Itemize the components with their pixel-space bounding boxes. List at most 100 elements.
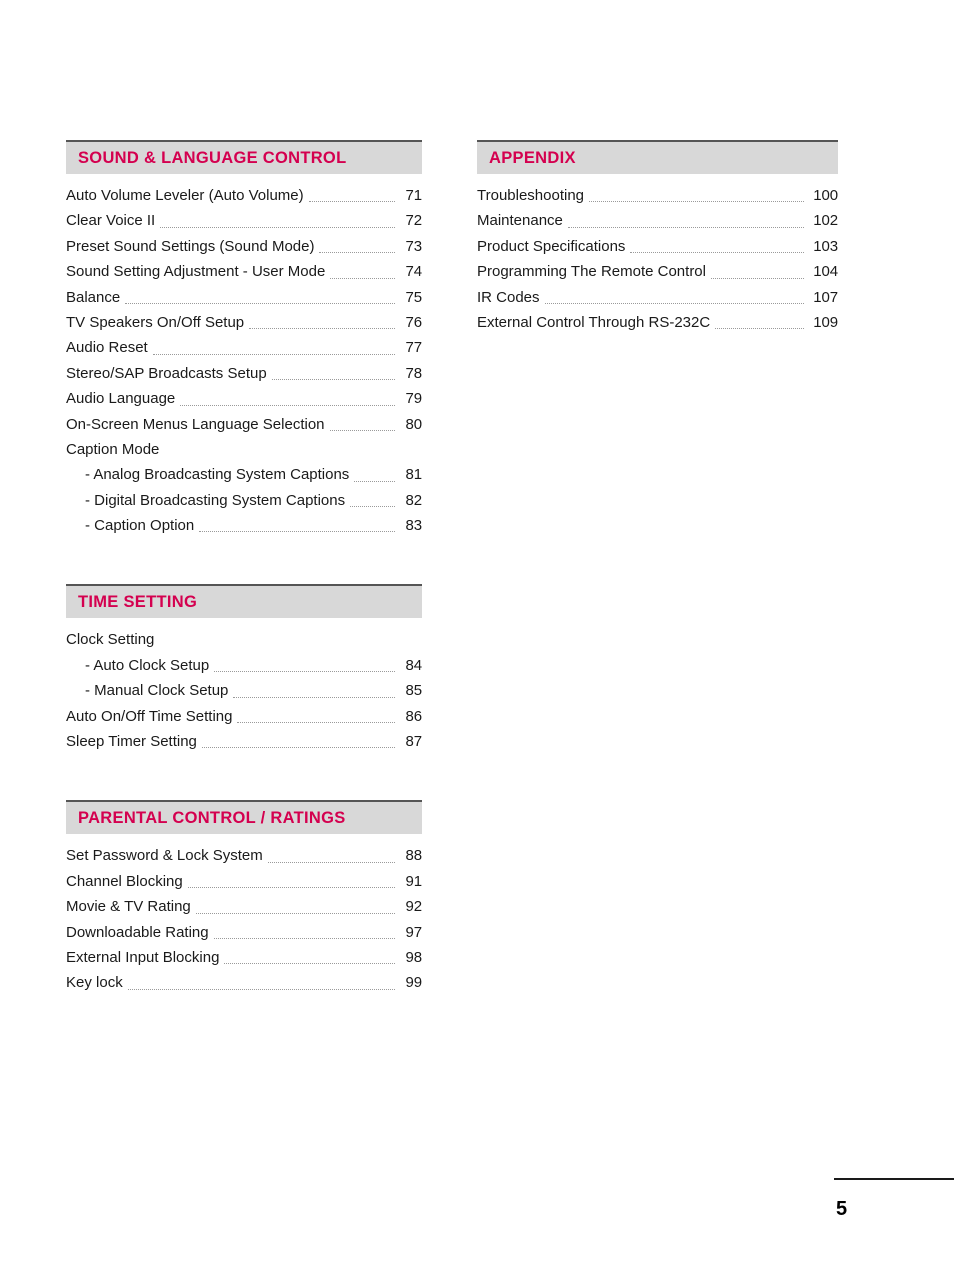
toc-entry-page-number: 85 <box>405 682 423 700</box>
toc-entry[interactable]: Troubleshooting 100 <box>477 183 838 208</box>
toc-entry[interactable]: Sleep Timer Setting 87 <box>66 729 422 754</box>
section-header: TIME SETTING <box>66 584 422 619</box>
toc-entry-page-number: 98 <box>405 948 423 966</box>
toc-leader-dots <box>201 747 395 749</box>
toc-leader-dots <box>308 201 395 203</box>
toc-entry[interactable]: Preset Sound Settings (Sound Mode) 73 <box>66 234 422 259</box>
toc-leader-dots <box>249 328 395 330</box>
toc-entry-label: Audio Language <box>66 390 176 408</box>
toc-entry[interactable]: Caption Mode <box>66 437 422 462</box>
toc-leader-dots <box>127 988 395 990</box>
toc-entry-page-number: 102 <box>813 212 838 230</box>
toc-entry-page-number: 100 <box>813 186 838 204</box>
toc-entry-page-number: 72 <box>405 212 423 230</box>
toc-entry-page-number: 84 <box>405 656 423 674</box>
toc-entry[interactable]: On-Screen Menus Language Selection 80 <box>66 412 422 437</box>
toc-entry[interactable]: Downloadable Rating 97 <box>66 920 422 945</box>
toc-entry-page-number: 103 <box>813 237 838 255</box>
toc-entry-page-number: 83 <box>405 517 423 535</box>
toc-entry-label: Stereo/SAP Broadcasts Setup <box>66 364 267 382</box>
toc-leader-dots <box>271 379 395 381</box>
toc-section: TIME SETTING Clock Setting - Auto Clock Se… <box>66 584 422 754</box>
toc-column-right: APPENDIX Troubleshooting 100 Maintenance 102… <box>477 140 838 363</box>
toc-entry-page-number: 107 <box>813 288 838 306</box>
toc-entry-page-number: 79 <box>405 390 423 408</box>
toc-entry-page-number: 77 <box>405 339 423 357</box>
toc-entry[interactable]: - Auto Clock Setup 84 <box>66 653 422 678</box>
toc-entry-label: Key lock <box>66 974 123 992</box>
toc-entry[interactable]: External Control Through RS-232C 109 <box>477 310 838 335</box>
toc-entry[interactable]: TV Speakers On/Off Setup 76 <box>66 310 422 335</box>
toc-entry-list: Clock Setting - Auto Clock Setup 84 - Manua… <box>66 627 422 754</box>
toc-leader-dots <box>187 887 395 889</box>
toc-leader-dots <box>630 252 804 254</box>
toc-entry[interactable]: Key lock 99 <box>66 970 422 995</box>
toc-leader-dots <box>152 353 395 355</box>
toc-entry-list: Auto Volume Leveler (Auto Volume) 71 Clear… <box>66 183 422 538</box>
toc-entry-page-number: 91 <box>405 872 423 890</box>
toc-entry[interactable]: Maintenance 102 <box>477 208 838 233</box>
toc-entry-page-number: 109 <box>813 313 838 331</box>
toc-leader-dots <box>544 302 804 304</box>
toc-entry[interactable]: External Input Blocking 98 <box>66 945 422 970</box>
toc-leader-dots <box>567 226 804 228</box>
section-header: APPENDIX <box>477 140 838 174</box>
toc-column-left: SOUND & LANGUAGE CONTROL Auto Volume Leve… <box>66 140 422 1024</box>
toc-entry-list: Set Password & Lock System 88 Channel Bloc… <box>66 843 422 995</box>
toc-leader-dots <box>213 937 395 939</box>
toc-entry-page-number: 71 <box>405 186 423 204</box>
toc-entry[interactable]: - Analog Broadcasting System Captions 81 <box>66 462 422 487</box>
toc-entry[interactable]: - Manual Clock Setup 85 <box>66 678 422 703</box>
section-title: APPENDIX <box>489 148 576 167</box>
toc-entry-page-number: 86 <box>405 707 423 725</box>
toc-section: APPENDIX Troubleshooting 100 Maintenance 102… <box>477 140 838 335</box>
toc-entry-label: External Input Blocking <box>66 948 220 966</box>
toc-entry-page-number: 74 <box>405 263 423 281</box>
toc-entry[interactable]: Channel Blocking 91 <box>66 869 422 894</box>
toc-entry[interactable]: Stereo/SAP Broadcasts Setup 78 <box>66 361 422 386</box>
toc-entry-label: TV Speakers On/Off Setup <box>66 313 245 331</box>
toc-entry[interactable]: Balance 75 <box>66 285 422 310</box>
toc-entry-page-number: 78 <box>405 364 423 382</box>
toc-entry-label: Product Specifications <box>477 237 626 255</box>
section-title: SOUND & LANGUAGE CONTROL <box>78 148 347 167</box>
toc-entry-page-number: 88 <box>405 847 423 865</box>
toc-entry-label: Balance <box>66 288 121 306</box>
toc-entry[interactable]: IR Codes 107 <box>477 285 838 310</box>
toc-entry[interactable]: Audio Reset 77 <box>66 335 422 360</box>
toc-leader-dots <box>330 277 395 279</box>
toc-section: SOUND & LANGUAGE CONTROL Auto Volume Leve… <box>66 140 422 538</box>
toc-entry[interactable]: Clear Voice II 72 <box>66 208 422 233</box>
toc-entry-label: - Caption Option <box>85 517 195 535</box>
toc-entry-label: Clear Voice II <box>66 212 156 230</box>
section-title: PARENTAL CONTROL / RATINGS <box>78 808 346 827</box>
page-number: 5 <box>836 1198 848 1220</box>
toc-entry[interactable]: Audio Language 79 <box>66 386 422 411</box>
toc-page: SOUND & LANGUAGE CONTROL Auto Volume Leve… <box>0 0 954 1272</box>
toc-entry-label: Movie & TV Rating <box>66 898 191 916</box>
toc-entry-label: Set Password & Lock System <box>66 847 263 865</box>
toc-leader-dots <box>237 722 395 724</box>
toc-entry[interactable]: Clock Setting <box>66 627 422 652</box>
toc-entry-label: Programming The Remote Control <box>477 263 706 281</box>
toc-leader-dots <box>350 506 395 508</box>
toc-entry-label: Auto On/Off Time Setting <box>66 707 233 725</box>
toc-entry[interactable]: Auto On/Off Time Setting 86 <box>66 704 422 729</box>
toc-entry-label: Auto Volume Leveler (Auto Volume) <box>66 186 304 204</box>
toc-leader-dots <box>180 404 395 406</box>
toc-entry-label: Downloadable Rating <box>66 923 209 941</box>
toc-entry-label: Maintenance <box>477 212 563 230</box>
section-title: TIME SETTING <box>78 592 198 611</box>
toc-entry[interactable]: - Caption Option 83 <box>66 513 422 538</box>
toc-entry-page-number: 82 <box>405 491 423 509</box>
toc-entry[interactable]: Programming The Remote Control 104 <box>477 259 838 284</box>
footer-divider <box>834 1178 954 1180</box>
toc-entry[interactable]: Auto Volume Leveler (Auto Volume) 71 <box>66 183 422 208</box>
toc-entry[interactable]: - Digital Broadcasting System Captions 82 <box>66 488 422 513</box>
toc-entry[interactable]: Set Password & Lock System 88 <box>66 843 422 868</box>
toc-entry-label: Preset Sound Settings (Sound Mode) <box>66 237 315 255</box>
toc-entry[interactable]: Movie & TV Rating 92 <box>66 894 422 919</box>
section-header: SOUND & LANGUAGE CONTROL <box>66 140 422 174</box>
toc-entry[interactable]: Product Specifications 103 <box>477 234 838 259</box>
toc-entry[interactable]: Sound Setting Adjustment - User Mode 74 <box>66 259 422 284</box>
